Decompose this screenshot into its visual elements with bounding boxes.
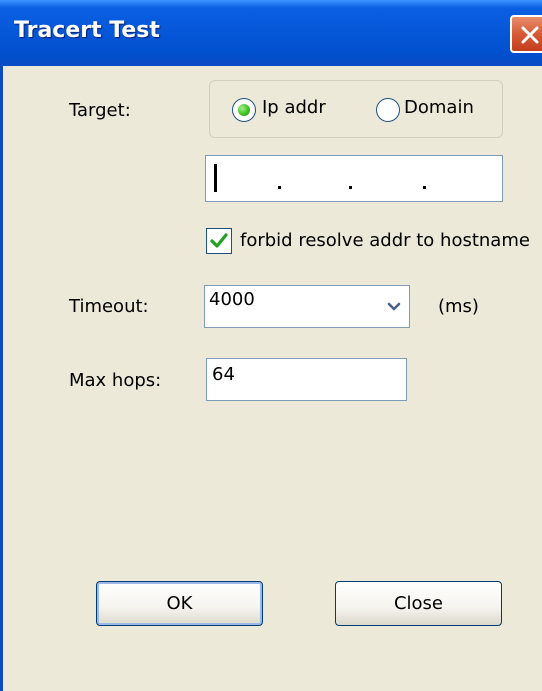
close-button-label: Close: [393, 593, 444, 614]
radio-ip-addr[interactable]: [232, 98, 256, 122]
max-hops-value: 64: [212, 364, 235, 385]
ip-separator-dot: [278, 186, 281, 189]
timeout-unit: (ms): [438, 296, 479, 317]
timeout-value: 4000: [209, 289, 255, 310]
radio-domain[interactable]: [376, 98, 400, 122]
radio-ip-addr-label[interactable]: Ip addr: [262, 97, 326, 118]
max-hops-input[interactable]: 64: [206, 358, 407, 401]
chevron-down-icon[interactable]: [387, 301, 401, 313]
dialog-body: Target: Ip addr Domain forbid resolve ad…: [0, 66, 542, 691]
target-label: Target:: [69, 100, 131, 121]
forbid-resolve-label[interactable]: forbid resolve addr to hostname: [240, 230, 530, 251]
radio-selected-dot: [238, 104, 250, 116]
ip-address-input[interactable]: [205, 155, 503, 202]
ok-button[interactable]: OK: [96, 581, 263, 626]
ok-button-label: OK: [166, 593, 193, 614]
title-bar[interactable]: Tracert Test: [0, 0, 542, 66]
forbid-resolve-checkbox[interactable]: [206, 228, 232, 254]
target-mode-group: Ip addr Domain: [209, 80, 503, 138]
max-hops-label: Max hops:: [69, 370, 162, 391]
close-button[interactable]: Close: [335, 581, 502, 626]
window-title: Tracert Test: [14, 18, 160, 43]
text-caret: [214, 164, 217, 192]
tracert-dialog: Tracert Test Target: Ip addr Domain forb…: [0, 0, 542, 691]
close-icon: [521, 26, 539, 44]
radio-domain-label[interactable]: Domain: [404, 97, 474, 118]
ip-separator-dot: [349, 186, 352, 189]
close-window-button[interactable]: [510, 15, 542, 53]
timeout-select[interactable]: 4000: [204, 285, 410, 328]
checkmark-icon: [210, 233, 228, 248]
timeout-label: Timeout:: [69, 296, 149, 317]
ip-separator-dot: [423, 186, 426, 189]
